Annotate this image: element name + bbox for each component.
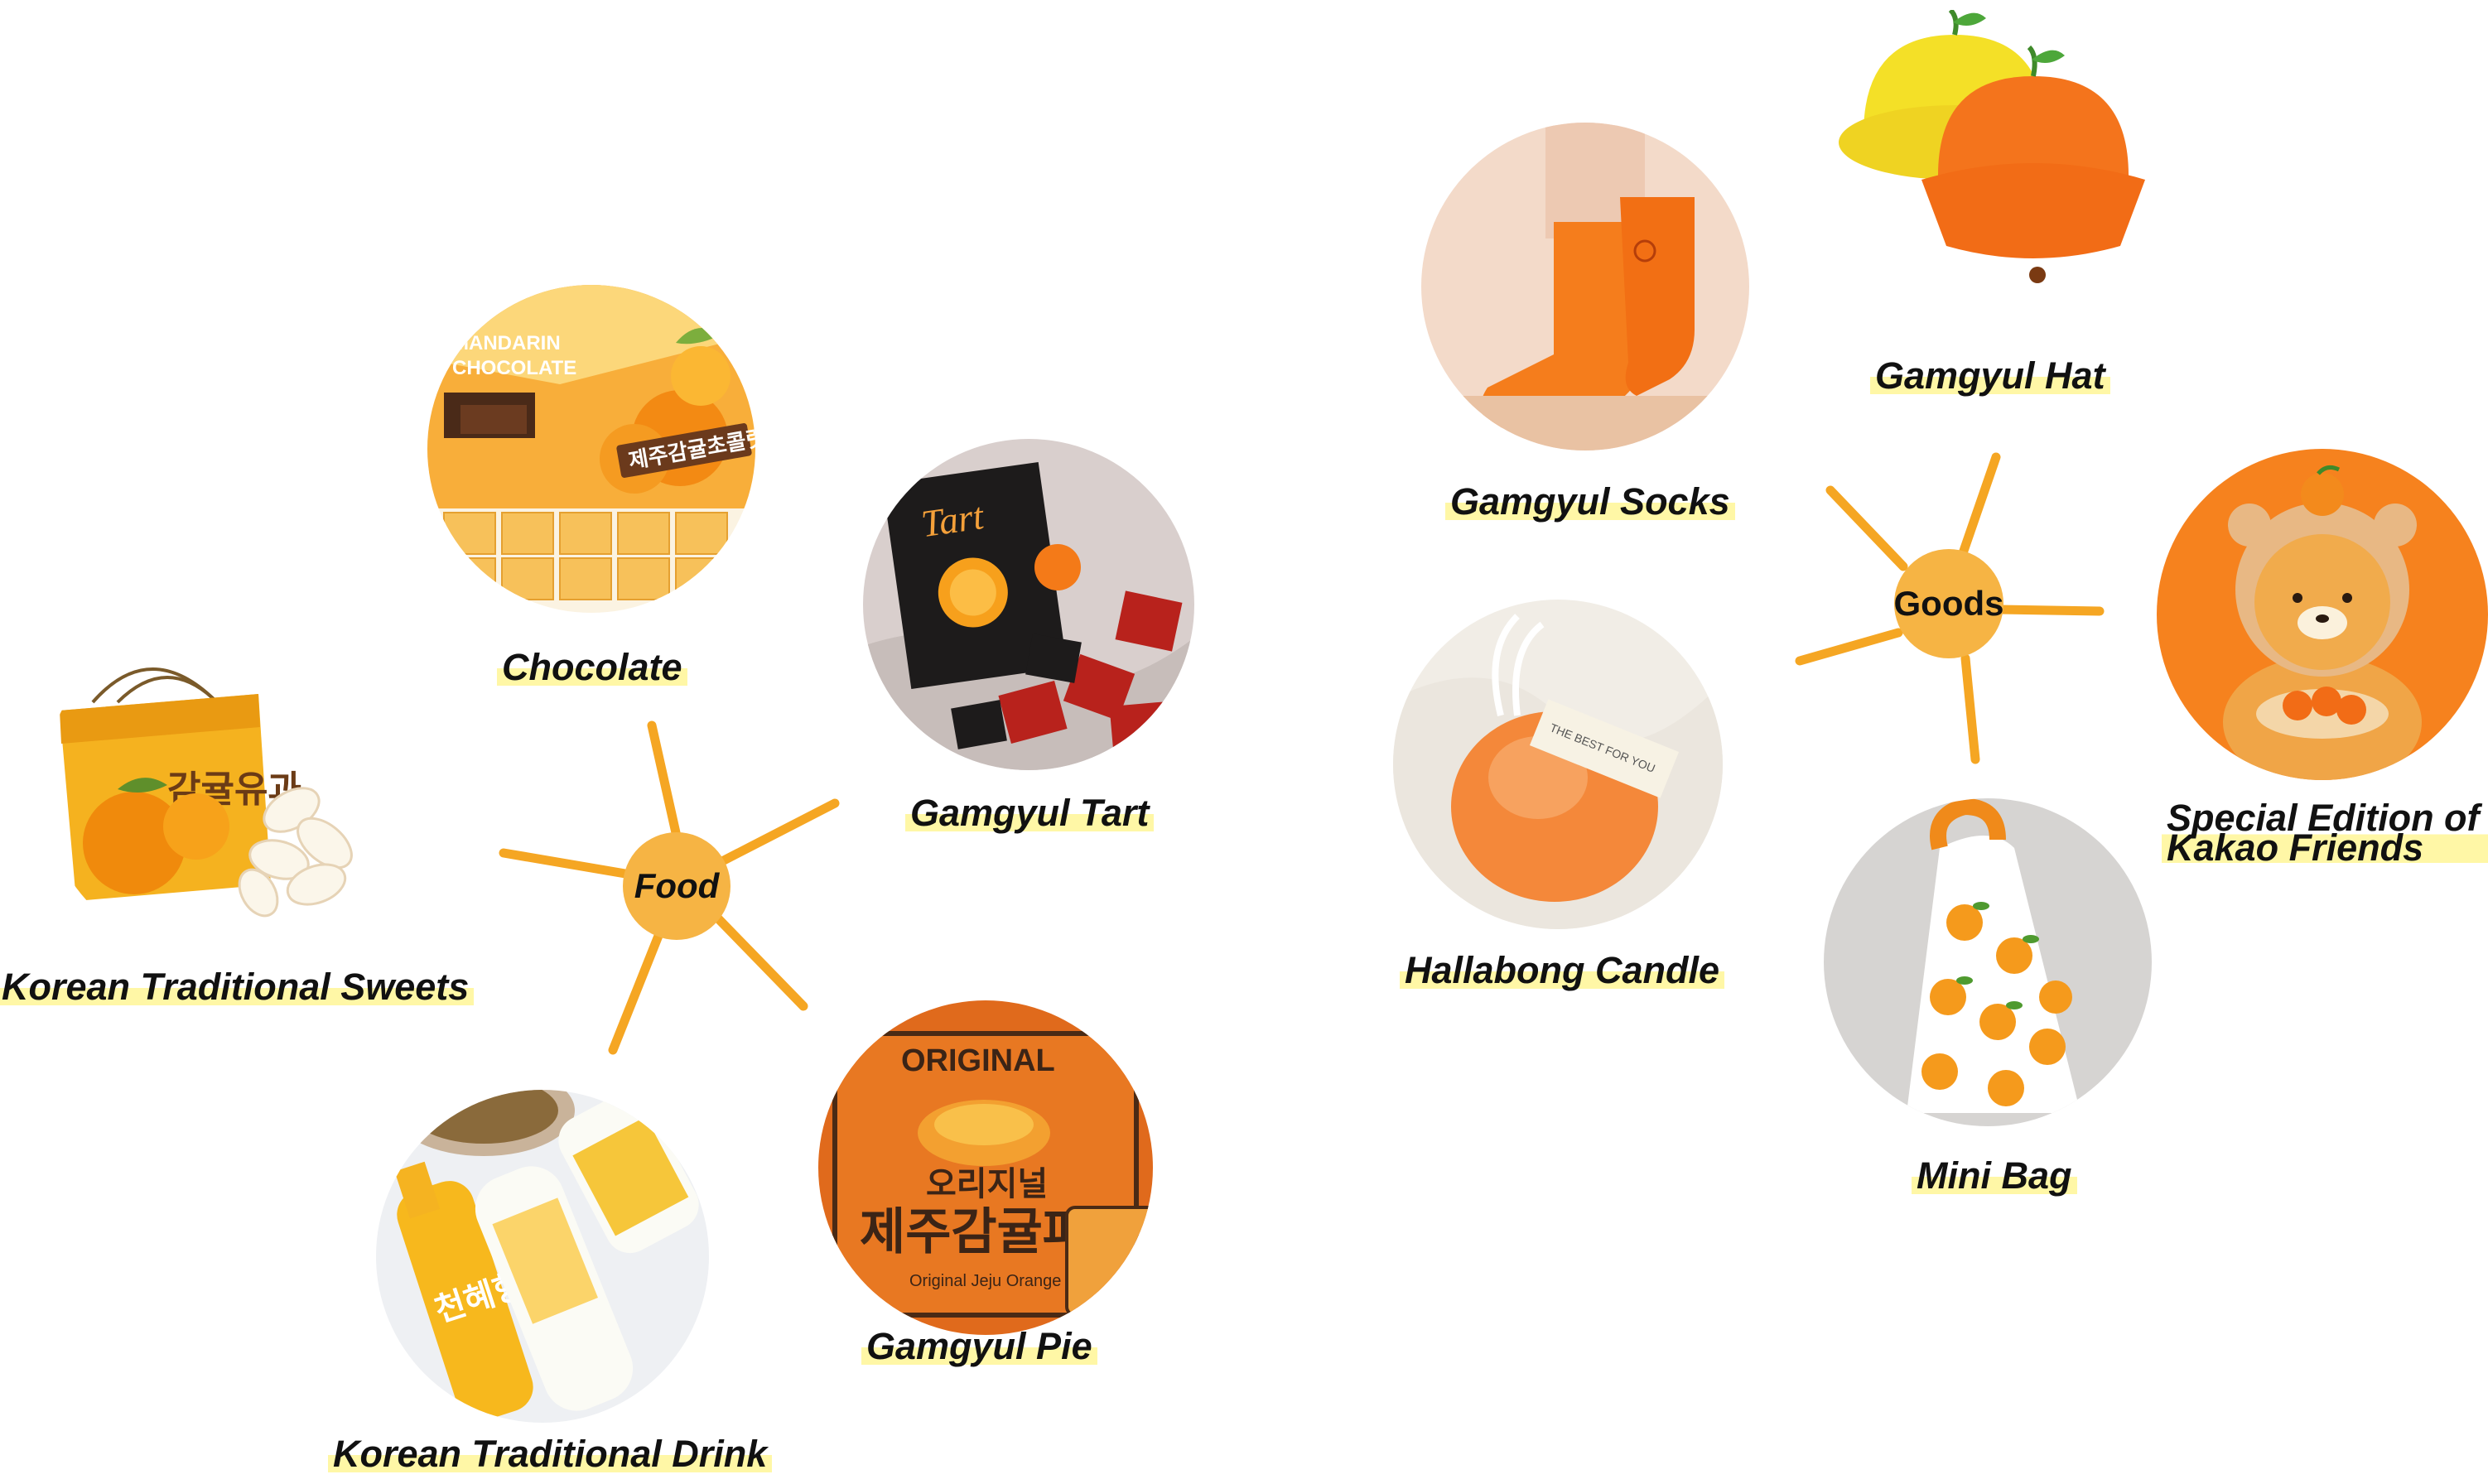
tart-label: Gamgyul Tart (905, 794, 1155, 831)
food-hub-label: Food (634, 866, 720, 905)
hat-label: Gamgyul Hat (1870, 357, 2110, 394)
hat-photo (1830, 10, 2155, 335)
goods-ray-upper-left (1825, 485, 1908, 571)
sweets-photo: 감귤유과 (43, 619, 379, 956)
pie-photo: ORIGINAL 오리지널 제주감귤파이 Original Jeju Orang… (818, 1000, 1153, 1335)
pie-package-korean-top: 오리지널 (926, 1166, 1048, 1202)
tart-package-text: Tart (919, 494, 987, 545)
candle-label: Hallabong Candle (1400, 952, 1725, 989)
pie-package-line1: ORIGINAL (901, 1043, 1055, 1078)
goods-hub-label: Goods (1893, 584, 2004, 623)
food-ray-lower-right (710, 910, 808, 1011)
food-ray-left (499, 848, 630, 879)
food-ray-upper-right (717, 798, 840, 866)
socks-label: Gamgyul Socks (1445, 483, 1735, 520)
chocolate-package-line2: CHOCOLATE (452, 357, 576, 379)
drink-label: Korean Traditional Drink (328, 1435, 773, 1472)
goods-ray-lower-left (1795, 628, 1903, 666)
drink-photo: 천혜향 (376, 1090, 709, 1423)
kakao-photo (2157, 449, 2488, 780)
pie-label: Gamgyul Pie (861, 1327, 1097, 1365)
goods-ray-down (1960, 653, 1980, 764)
food-ray-up (647, 720, 682, 841)
goods-hub: Goods (1893, 549, 2004, 658)
pie-package-english: Original Jeju Orange (909, 1272, 1061, 1290)
goods-ray-right (1995, 605, 2105, 616)
sweets-label: Korean Traditional Sweets (0, 968, 475, 1005)
socks-photo (1421, 123, 1749, 450)
bag-label: Mini Bag (1912, 1157, 2077, 1194)
tart-photo: Tart (863, 439, 1194, 770)
bag-photo (1824, 798, 2152, 1126)
food-hub: Food (623, 832, 730, 940)
chocolate-photo: MANDARIN CHOCOLATE 제주감귤초콜릿 (427, 285, 755, 613)
goods-ray-up (1958, 452, 2001, 558)
chocolate-label: Chocolate (497, 648, 687, 686)
food-ray-down (608, 931, 663, 1055)
candle-photo: THE BEST FOR YOU (1393, 600, 1723, 929)
kakao-label: Special Edition of Kakao Friends (2162, 799, 2488, 866)
